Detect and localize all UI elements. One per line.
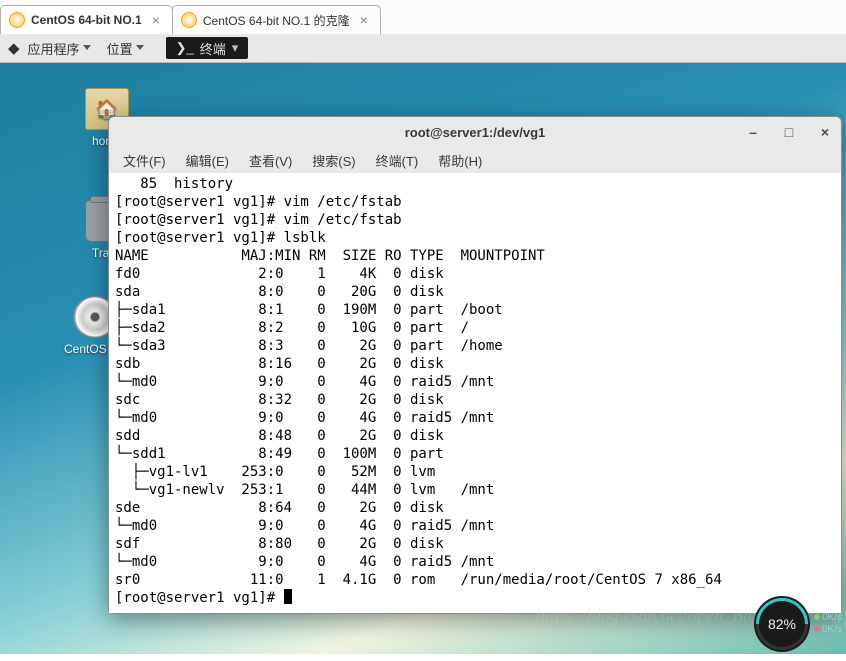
term-prompt: [root@server1 vg1]# bbox=[115, 590, 284, 606]
taskbar-terminal-label: 终端 bbox=[200, 39, 226, 58]
lsblk-row: sde 8:64 0 2G 0 disk bbox=[115, 500, 461, 516]
term-line: [root@server1 vg1]# vim /etc/fstab bbox=[115, 194, 402, 210]
app-tab-centos-clone[interactable]: CentOS 64-bit NO.1 的克隆 × bbox=[172, 5, 381, 34]
gauge-value: 82% bbox=[768, 616, 796, 632]
menu-view[interactable]: 查看(V) bbox=[245, 149, 296, 172]
app-tab-label: CentOS 64-bit NO.1 bbox=[31, 13, 142, 27]
menu-search[interactable]: 搜索(S) bbox=[308, 149, 359, 172]
minimize-button[interactable]: – bbox=[745, 124, 761, 140]
close-icon[interactable]: × bbox=[360, 12, 368, 28]
network-meter: 0K/s 0K/s bbox=[814, 612, 842, 636]
top-panel: ◆ 应用程序 位置 ❯_ 终端 ▾ bbox=[0, 34, 846, 63]
window-title: root@server1:/dev/vg1 bbox=[117, 125, 833, 140]
lsblk-row: ├─sda1 8:1 0 190M 0 part /boot bbox=[115, 302, 503, 318]
lsblk-row: sdd 8:48 0 2G 0 disk bbox=[115, 428, 461, 444]
cpu-gauge[interactable]: 82% bbox=[754, 596, 810, 652]
menu-bar: 文件(F) 编辑(E) 查看(V) 搜索(S) 终端(T) 帮助(H) bbox=[109, 147, 841, 173]
terminal-output[interactable]: 85 history [root@server1 vg1]# vim /etc/… bbox=[109, 173, 841, 613]
chevron-down-icon: ▾ bbox=[232, 40, 239, 56]
window-titlebar[interactable]: root@server1:/dev/vg1 – □ × bbox=[109, 117, 841, 147]
cursor bbox=[284, 589, 292, 604]
lsblk-row: fd0 2:0 1 4K 0 disk bbox=[115, 266, 461, 282]
term-line: [root@server1 vg1]# lsblk bbox=[115, 230, 326, 246]
terminal-window: root@server1:/dev/vg1 – □ × 文件(F) 编辑(E) … bbox=[108, 116, 842, 614]
lsblk-row: sdb 8:16 0 2G 0 disk bbox=[115, 356, 461, 372]
lsblk-row: └─sda3 8:3 0 2G 0 part /home bbox=[115, 338, 503, 354]
lsblk-row: └─sdd1 8:49 0 100M 0 part bbox=[115, 446, 461, 462]
close-icon[interactable]: × bbox=[152, 12, 160, 28]
lsblk-row: └─md0 9:0 0 4G 0 raid5 /mnt bbox=[115, 518, 494, 534]
panel-applications[interactable]: 应用程序 bbox=[28, 39, 91, 58]
menu-terminal[interactable]: 终端(T) bbox=[372, 149, 423, 172]
vm-icon bbox=[9, 12, 25, 28]
lsblk-header: NAME MAJ:MIN RM SIZE RO TYPE MOUNTPOINT bbox=[115, 248, 545, 264]
net-upload: 0K/s bbox=[814, 612, 842, 624]
menu-edit[interactable]: 编辑(E) bbox=[182, 149, 233, 172]
lsblk-row: sr0 11:0 1 4.1G 0 rom /run/media/root/Ce… bbox=[115, 572, 722, 588]
panel-places-label: 位置 bbox=[107, 39, 133, 58]
vm-icon bbox=[181, 12, 197, 28]
term-line: 85 history bbox=[115, 176, 233, 192]
term-line: [root@server1 vg1]# vim /etc/fstab bbox=[115, 212, 402, 228]
app-tab-centos-1[interactable]: CentOS 64-bit NO.1 × bbox=[0, 5, 173, 34]
net-download: 0K/s bbox=[814, 624, 842, 636]
lsblk-row: ├─vg1-lv1 253:0 0 52M 0 lvm bbox=[115, 464, 461, 480]
maximize-button[interactable]: □ bbox=[781, 124, 797, 140]
terminal-icon: ❯_ bbox=[176, 40, 194, 56]
lsblk-row: └─md0 9:0 0 4G 0 raid5 /mnt bbox=[115, 410, 494, 426]
lsblk-row: sdf 8:80 0 2G 0 disk bbox=[115, 536, 461, 552]
lsblk-row: └─md0 9:0 0 4G 0 raid5 /mnt bbox=[115, 554, 494, 570]
lsblk-row: └─vg1-newlv 253:1 0 44M 0 lvm /mnt bbox=[115, 482, 494, 498]
app-tab-bar: CentOS 64-bit NO.1 × CentOS 64-bit NO.1 … bbox=[0, 0, 846, 35]
panel-places[interactable]: 位置 bbox=[107, 39, 144, 58]
menu-file[interactable]: 文件(F) bbox=[119, 149, 170, 172]
panel-applications-label: 应用程序 bbox=[28, 39, 80, 58]
window-buttons: – □ × bbox=[745, 124, 833, 140]
watermark: https://blog.csdn.net/open_Blog bbox=[536, 605, 766, 626]
chevron-down-icon bbox=[83, 45, 91, 51]
lsblk-row: ├─sda2 8:2 0 10G 0 part / bbox=[115, 320, 469, 336]
lsblk-row: sda 8:0 0 20G 0 disk bbox=[115, 284, 461, 300]
lsblk-row: └─md0 9:0 0 4G 0 raid5 /mnt bbox=[115, 374, 494, 390]
taskbar-terminal[interactable]: ❯_ 终端 ▾ bbox=[166, 37, 249, 59]
system-tray: 82% 0K/s 0K/s bbox=[754, 596, 842, 652]
panel-app-icon: ◆ bbox=[8, 39, 20, 57]
close-button[interactable]: × bbox=[817, 124, 833, 140]
chevron-down-icon bbox=[136, 45, 144, 51]
lsblk-row: sdc 8:32 0 2G 0 disk bbox=[115, 392, 461, 408]
menu-help[interactable]: 帮助(H) bbox=[434, 149, 486, 172]
app-tab-label: CentOS 64-bit NO.1 的克隆 bbox=[203, 12, 350, 29]
